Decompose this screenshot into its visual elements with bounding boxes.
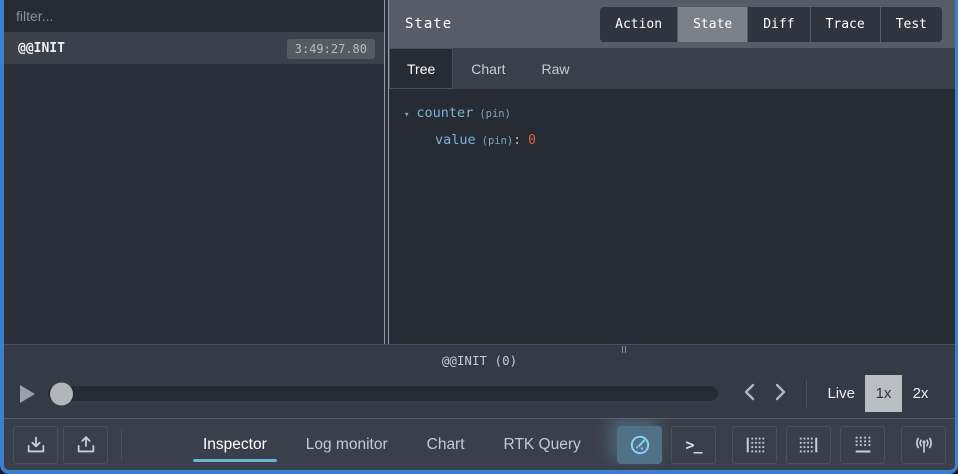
tab-trace[interactable]: Trace	[811, 7, 881, 42]
inspector-header: State Action State Diff Trace Test	[389, 0, 955, 48]
expander-arrow-icon[interactable]: ▾	[404, 110, 409, 120]
speed-1x-button[interactable]: 1x	[865, 375, 902, 412]
export-button[interactable]	[63, 426, 108, 464]
tree-value: 0	[528, 133, 536, 148]
chevron-right-icon	[773, 382, 788, 402]
tree-key: value	[435, 132, 476, 148]
remote-button[interactable]	[901, 426, 946, 464]
subtab-tree[interactable]: Tree	[389, 48, 453, 89]
action-list-empty-area	[4, 64, 384, 344]
monitor-tabs: Inspector Log monitor Chart RTK Query	[201, 421, 583, 469]
tray-arrow-down-icon	[25, 434, 47, 456]
tab-diff[interactable]: Diff	[748, 7, 810, 42]
tab-log-monitor[interactable]: Log monitor	[304, 421, 390, 469]
step-back-button[interactable]	[734, 378, 765, 409]
timeline-slider[interactable]	[48, 386, 718, 401]
pin-link[interactable]: (pin)	[479, 108, 511, 120]
state-inspector-panel: State Action State Diff Trace Test Tree …	[389, 0, 955, 344]
resize-handle-icon[interactable]	[622, 346, 626, 353]
import-button[interactable]	[13, 426, 58, 464]
stopwatch-icon	[628, 433, 652, 457]
tab-rtk-query[interactable]: RTK Query	[502, 421, 583, 469]
key-value-separator: :	[513, 133, 521, 148]
action-list-panel: @@INIT 3:49:27.80	[4, 0, 384, 344]
tray-arrow-up-icon	[75, 434, 97, 456]
tab-action[interactable]: Action	[600, 7, 678, 42]
redux-devtools-window: @@INIT 3:49:27.80 State Action State Dif…	[0, 0, 958, 474]
dock-right-icon	[798, 434, 820, 456]
subtab-raw[interactable]: Raw	[524, 48, 588, 89]
tree-node-counter[interactable]: ▾ counter (pin)	[404, 105, 955, 121]
divider	[806, 380, 807, 408]
playback-controls: Live 1x 2x	[4, 375, 955, 412]
filter-bar	[4, 0, 384, 33]
terminal-prompt-icon: >_	[685, 436, 701, 454]
time-travel-bar: @@INIT (0) Live 1x 2x	[4, 344, 955, 418]
dispatcher-button[interactable]: >_	[671, 426, 716, 464]
dock-bottom-button[interactable]	[840, 426, 885, 464]
action-list-item[interactable]: @@INIT 3:49:27.80	[4, 33, 384, 64]
inspector-title: State	[405, 16, 452, 32]
action-name: @@INIT	[18, 41, 65, 56]
state-view-subtabs: Tree Chart Raw	[389, 48, 955, 90]
antenna-broadcast-icon	[912, 433, 936, 457]
dock-left-button[interactable]	[732, 426, 777, 464]
tab-state[interactable]: State	[678, 7, 748, 42]
dock-left-icon	[744, 434, 766, 456]
chevron-left-icon	[742, 382, 757, 402]
main-area: @@INIT 3:49:27.80 State Action State Dif…	[4, 0, 955, 344]
dock-right-button[interactable]	[786, 426, 831, 464]
current-action-label: @@INIT (0)	[4, 345, 955, 368]
action-timestamp[interactable]: 3:49:27.80	[287, 39, 375, 59]
state-tree-view: ▾ counter (pin) value (pin) : 0	[389, 90, 955, 344]
inspector-tab-group: Action State Diff Trace Test	[600, 7, 942, 42]
tree-key: counter	[416, 105, 473, 121]
filter-input[interactable]	[16, 8, 372, 24]
tab-inspector[interactable]: Inspector	[201, 421, 269, 469]
footer-bar: Inspector Log monitor Chart RTK Query >_	[4, 418, 955, 470]
play-icon[interactable]	[20, 385, 35, 403]
pin-link[interactable]: (pin)	[482, 135, 514, 147]
slider-thumb[interactable]	[50, 382, 73, 405]
live-button[interactable]: Live	[827, 385, 855, 402]
tab-test[interactable]: Test	[881, 7, 942, 42]
footer-actions: >_	[617, 426, 946, 464]
step-forward-button[interactable]	[765, 378, 796, 409]
tree-node-value[interactable]: value (pin) : 0	[435, 132, 955, 148]
speed-2x-button[interactable]: 2x	[902, 375, 939, 412]
dock-bottom-icon	[852, 434, 874, 456]
pause-recording-button[interactable]	[617, 426, 662, 464]
subtab-chart[interactable]: Chart	[453, 48, 523, 89]
divider	[121, 430, 122, 460]
tab-chart[interactable]: Chart	[425, 421, 467, 469]
